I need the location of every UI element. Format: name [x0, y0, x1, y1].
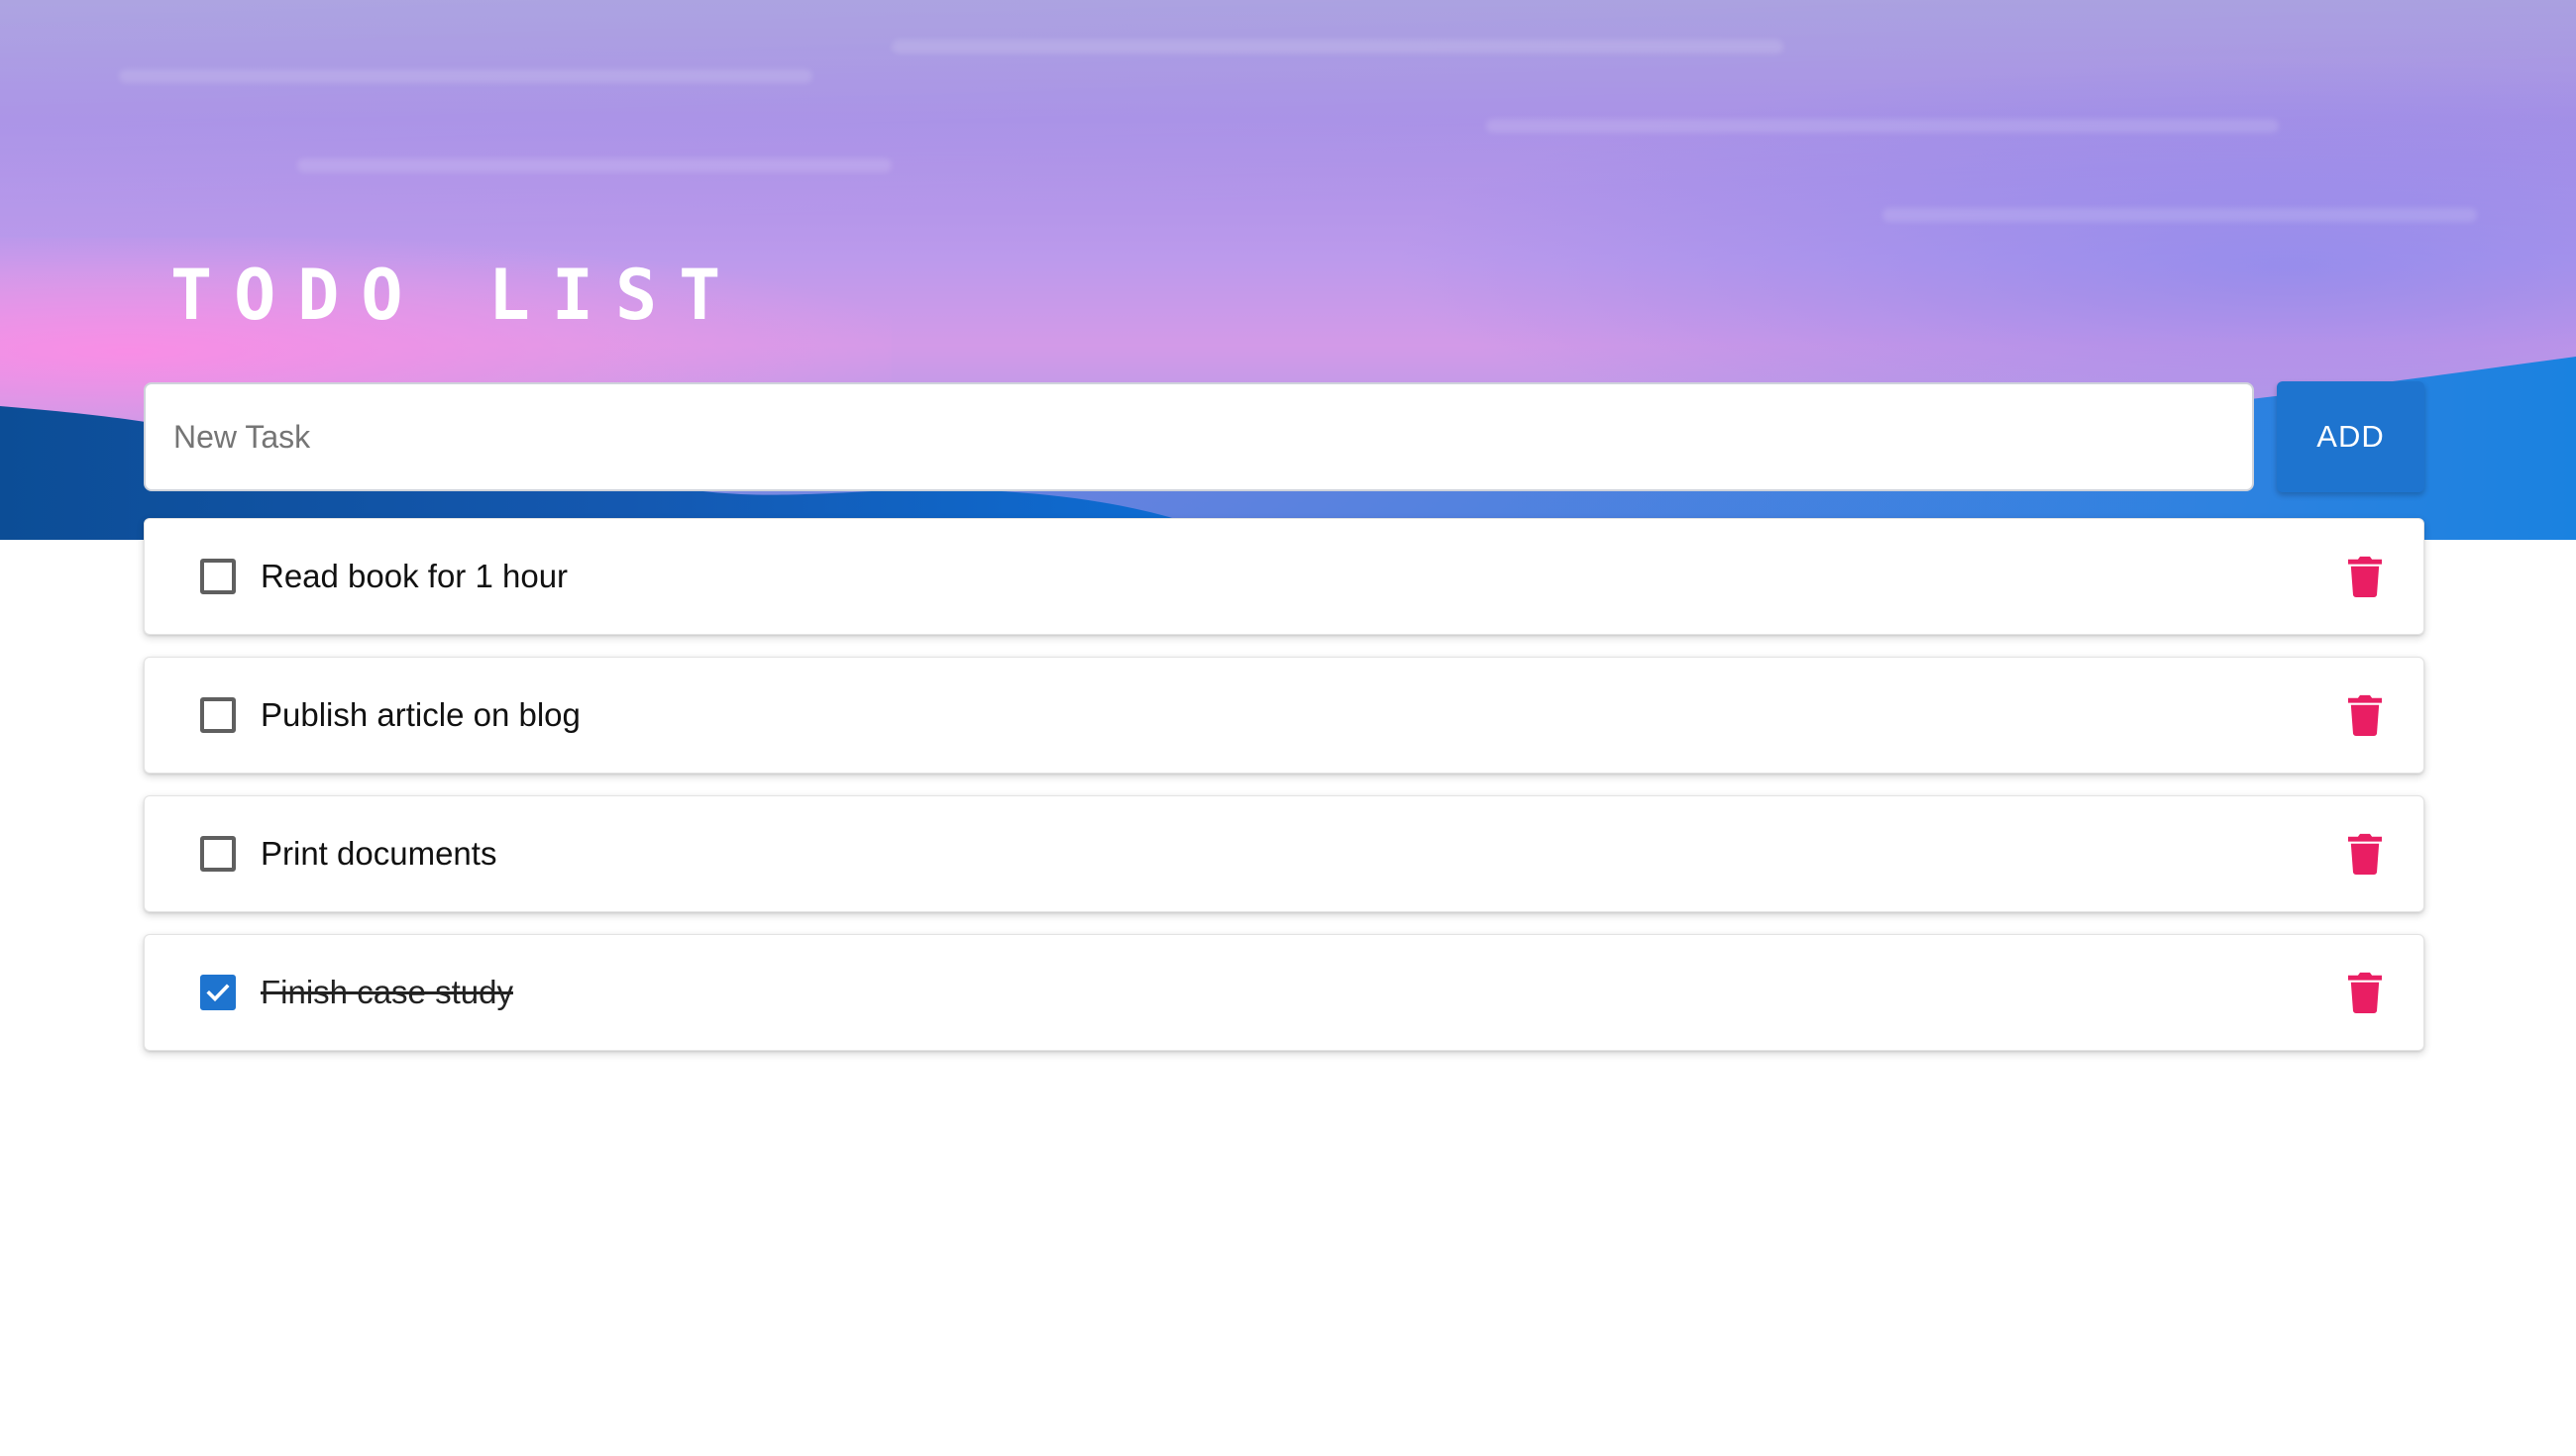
trash-icon[interactable] — [2348, 692, 2382, 736]
task-list: Read book for 1 hour Publish article on … — [144, 518, 2424, 1073]
task-item: Publish article on blog — [144, 657, 2424, 774]
trash-icon[interactable] — [2348, 970, 2382, 1013]
task-label: Publish article on blog — [261, 696, 581, 733]
trash-icon[interactable] — [2348, 554, 2382, 597]
checkbox-icon[interactable] — [200, 559, 236, 594]
trash-icon[interactable] — [2348, 831, 2382, 875]
task-label: Finish case study — [261, 974, 513, 1010]
new-task-field[interactable] — [144, 382, 2254, 491]
add-button[interactable]: ADD — [2277, 381, 2424, 492]
checkbox-icon[interactable] — [200, 836, 236, 872]
task-label: Read book for 1 hour — [261, 558, 569, 594]
task-item: Read book for 1 hour — [144, 518, 2424, 635]
new-task-input[interactable] — [171, 417, 2252, 457]
task-item: Print documents — [144, 795, 2424, 912]
task-item: Finish case study — [144, 934, 2424, 1051]
checkbox-icon[interactable] — [200, 697, 236, 733]
checkbox-checked-icon[interactable] — [200, 975, 236, 1010]
task-label: Print documents — [261, 835, 497, 872]
page-title: TODO LIST — [170, 255, 743, 336]
